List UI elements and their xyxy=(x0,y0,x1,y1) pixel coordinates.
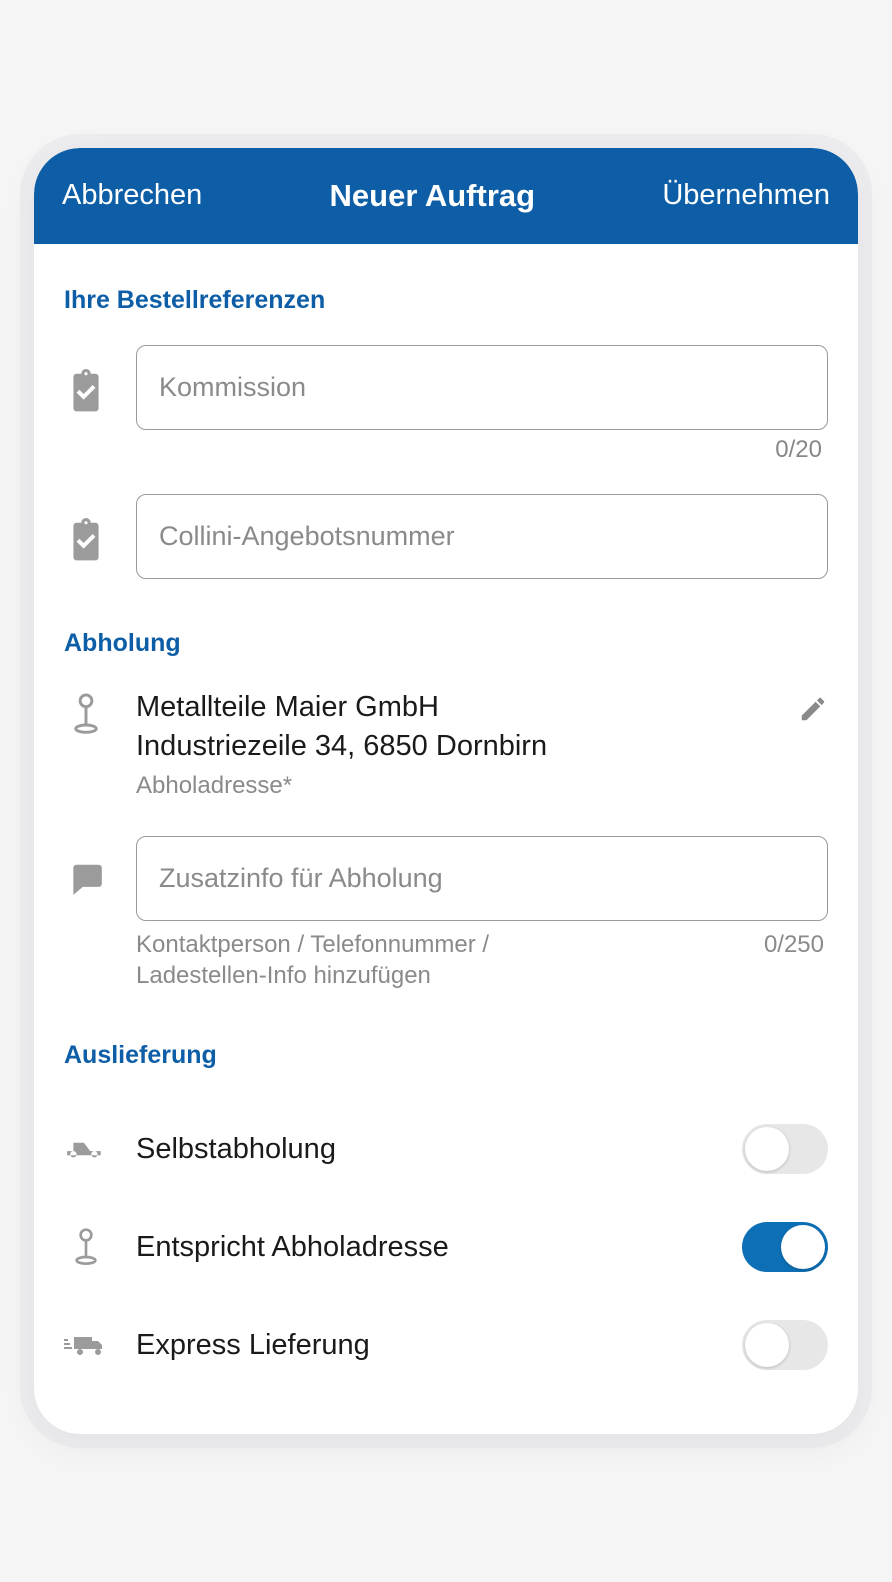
app-header: Abbrechen Neuer Auftrag Übernehmen xyxy=(34,148,858,244)
express-delivery-label: Express Lieferung xyxy=(136,1329,714,1362)
section-refs-title: Ihre Bestellreferenzen xyxy=(64,286,828,315)
pickup-truck-icon xyxy=(64,1134,108,1164)
content-area: Ihre Bestellreferenzen 0/20 Abholung xyxy=(34,244,858,1435)
express-truck-icon xyxy=(64,1330,108,1360)
section-delivery-title: Auslieferung xyxy=(64,1041,828,1070)
pickup-sublabel: Abholadresse* xyxy=(136,772,547,800)
same-address-toggle[interactable] xyxy=(742,1222,828,1272)
self-pickup-label: Selbstabholung xyxy=(136,1133,714,1166)
clipboard-check-icon xyxy=(64,494,108,562)
clipboard-check-icon xyxy=(64,345,108,413)
cancel-button[interactable]: Abbrechen xyxy=(62,179,202,212)
pickup-address: Industriezeile 34, 6850 Dornbirn xyxy=(136,727,547,766)
pickup-note-hint: Kontaktperson / Telefonnummer / Ladestel… xyxy=(136,929,618,991)
phone-frame: Abbrechen Neuer Auftrag Übernehmen Ihre … xyxy=(34,148,858,1435)
pickup-note-counter: 0/250 xyxy=(764,929,824,991)
header-title: Neuer Auftrag xyxy=(330,178,536,214)
same-address-label: Entspricht Abholadresse xyxy=(136,1231,714,1264)
apply-button[interactable]: Übernehmen xyxy=(662,179,830,212)
pickup-name: Metallteile Maier GmbH xyxy=(136,688,547,727)
pencil-icon xyxy=(798,694,828,724)
kommission-counter: 0/20 xyxy=(136,436,822,464)
section-pickup-title: Abholung xyxy=(64,629,828,658)
kommission-input[interactable] xyxy=(136,345,828,430)
speech-bubble-icon xyxy=(64,836,108,898)
pin-icon xyxy=(64,688,108,736)
edit-address-button[interactable] xyxy=(798,688,828,729)
pin-icon xyxy=(64,1227,108,1267)
angebotsnummer-input[interactable] xyxy=(136,494,828,579)
pickup-note-input[interactable] xyxy=(136,836,828,921)
pickup-address-block: Metallteile Maier GmbH Industriezeile 34… xyxy=(136,688,547,800)
express-delivery-toggle[interactable] xyxy=(742,1320,828,1370)
self-pickup-toggle[interactable] xyxy=(742,1124,828,1174)
